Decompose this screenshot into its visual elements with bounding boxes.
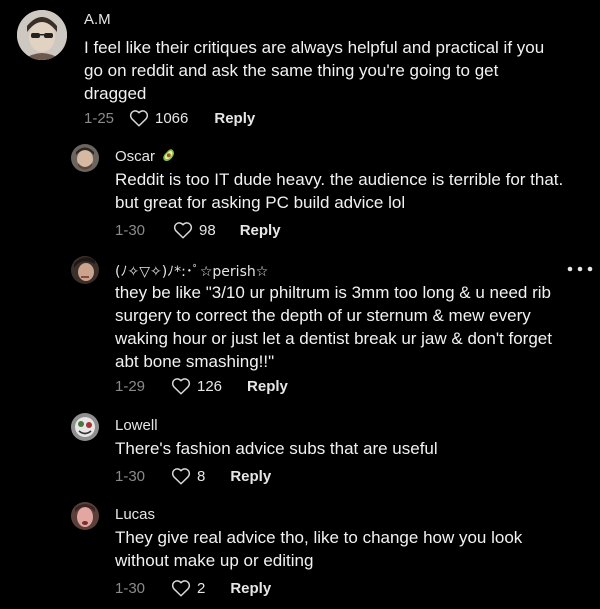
user-photo-icon <box>71 413 99 441</box>
comment-text: Reddit is too IT dude heavy. the audienc… <box>115 170 564 212</box>
reply-button[interactable]: Reply <box>230 468 271 485</box>
reply-button[interactable]: Reply <box>214 110 255 127</box>
comment-username[interactable]: Lucas <box>115 506 155 523</box>
heart-outline-icon <box>173 222 193 239</box>
comment-text: they be like "3/10 ur philtrum is 3mm to… <box>115 283 552 371</box>
heart-outline-icon <box>171 580 191 597</box>
comment-username[interactable]: A.M <box>84 11 111 28</box>
avatar[interactable] <box>71 144 99 172</box>
comment-username[interactable]: Lowell <box>115 417 158 434</box>
comment-meta: 1-30 98 Reply <box>115 220 281 240</box>
username-text: Oscar <box>115 148 156 165</box>
comment-date: 1-25 <box>84 109 115 127</box>
avatar[interactable] <box>71 413 99 441</box>
like-count: 1066 <box>155 109 189 127</box>
comment-username[interactable]: (ﾉ✧▽✧)ﾉ*:･ﾟ☆perish☆ <box>115 261 268 281</box>
comment-meta: 1-29 126 Reply <box>115 376 288 396</box>
avocado-icon <box>163 149 175 162</box>
like-button[interactable]: 1066 <box>129 109 188 127</box>
user-photo-icon <box>71 144 99 172</box>
comment-text: There's fashion advice subs that are use… <box>115 439 438 458</box>
more-options-button[interactable] <box>566 262 594 276</box>
avatar[interactable] <box>17 10 67 60</box>
like-count: 126 <box>197 377 223 395</box>
comment-meta: 1-30 2 Reply <box>115 578 271 598</box>
comment-date: 1-30 <box>115 467 146 485</box>
reply-button[interactable]: Reply <box>240 222 281 239</box>
like-button[interactable]: 2 <box>171 579 205 597</box>
like-button[interactable]: 98 <box>173 221 216 239</box>
reply-button[interactable]: Reply <box>247 378 288 395</box>
comment-date: 1-30 <box>115 221 146 239</box>
user-photo-icon <box>71 502 99 530</box>
like-button[interactable]: 8 <box>171 467 205 485</box>
comment-username[interactable]: Oscar <box>115 148 176 165</box>
avatar[interactable] <box>71 256 99 284</box>
heart-outline-icon <box>171 468 191 485</box>
comment-date: 1-29 <box>115 377 146 395</box>
comment-text: They give real advice tho, like to chang… <box>115 528 523 570</box>
like-count: 98 <box>199 221 216 239</box>
heart-outline-icon <box>129 110 149 127</box>
like-count: 2 <box>197 579 206 597</box>
user-photo-icon <box>71 256 99 284</box>
like-button[interactable]: 126 <box>171 377 222 395</box>
comment-meta: 1-30 8 Reply <box>115 466 271 486</box>
reply-button[interactable]: Reply <box>230 580 271 597</box>
comment-text: I feel like their critiques are always h… <box>84 38 545 103</box>
comment-date: 1-30 <box>115 579 146 597</box>
like-count: 8 <box>197 467 206 485</box>
user-photo-icon <box>17 10 67 60</box>
more-options-icon <box>567 266 593 272</box>
comment-meta: 1-25 1066 Reply <box>84 108 255 128</box>
heart-outline-icon <box>171 378 191 395</box>
avatar[interactable] <box>71 502 99 530</box>
